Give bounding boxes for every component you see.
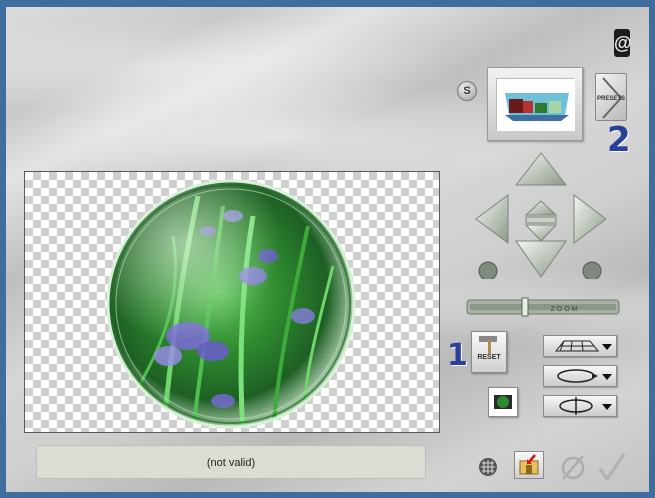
presets-button[interactable]: PRESETS xyxy=(595,73,627,121)
grid-plane-icon xyxy=(554,340,612,352)
arrow-left-icon[interactable] xyxy=(475,194,509,244)
status-bar: (not valid) xyxy=(36,445,426,479)
arrow-down-icon[interactable] xyxy=(515,240,567,278)
zoom-label: Z O O M xyxy=(551,306,578,313)
reset-label: RESET xyxy=(477,354,501,361)
preset-thumbnail-icon xyxy=(497,79,575,131)
preview-canvas[interactable] xyxy=(24,171,440,433)
corner-logo[interactable]: @ xyxy=(614,29,632,57)
rotate-right-icon[interactable] xyxy=(582,261,602,279)
cancel-icon[interactable] xyxy=(559,453,587,481)
status-text: (not valid) xyxy=(206,457,256,469)
chevron-down-icon xyxy=(602,374,612,380)
arrow-up-icon[interactable] xyxy=(514,152,568,186)
load-button[interactable] xyxy=(514,451,544,479)
rotate-left-icon[interactable] xyxy=(478,261,498,279)
navigation-pad xyxy=(475,152,607,279)
chevron-down-icon xyxy=(602,344,612,350)
sphere-mask-icon xyxy=(494,395,512,409)
zoom-slider-thumb[interactable] xyxy=(521,297,529,317)
mask-toggle-button[interactable] xyxy=(488,387,518,417)
reset-button[interactable]: RESET xyxy=(471,331,507,373)
dialog-window: @ S PRESETS 2 Z O O M 1 RESET (not valid… xyxy=(0,0,655,498)
s-button-label: S xyxy=(463,85,471,97)
glass-sphere-iris-preview xyxy=(106,179,356,429)
load-icon xyxy=(519,454,539,475)
logo-glyph: @ xyxy=(614,33,632,53)
preset-thumbnail[interactable] xyxy=(487,67,583,141)
rotate-dropdown[interactable] xyxy=(543,365,617,387)
chevron-down-icon xyxy=(602,404,612,410)
grid-plane-dropdown[interactable] xyxy=(543,335,617,357)
ok-checkmark-icon[interactable] xyxy=(596,451,628,483)
center-icon[interactable] xyxy=(524,200,558,242)
flip-dropdown[interactable] xyxy=(543,395,617,417)
annotation-number-1: 1 xyxy=(447,338,468,373)
arrow-right-icon[interactable] xyxy=(573,194,607,244)
hammer-icon xyxy=(479,336,497,354)
presets-label: PRESETS xyxy=(596,96,625,102)
zoom-slider[interactable]: Z O O M xyxy=(466,297,620,317)
flip-axis-icon xyxy=(559,397,612,415)
thumbnail-image xyxy=(496,78,575,131)
s-button[interactable]: S xyxy=(457,81,477,101)
grid-toggle-icon[interactable] xyxy=(478,457,498,477)
rotate-loop-icon xyxy=(557,369,612,383)
